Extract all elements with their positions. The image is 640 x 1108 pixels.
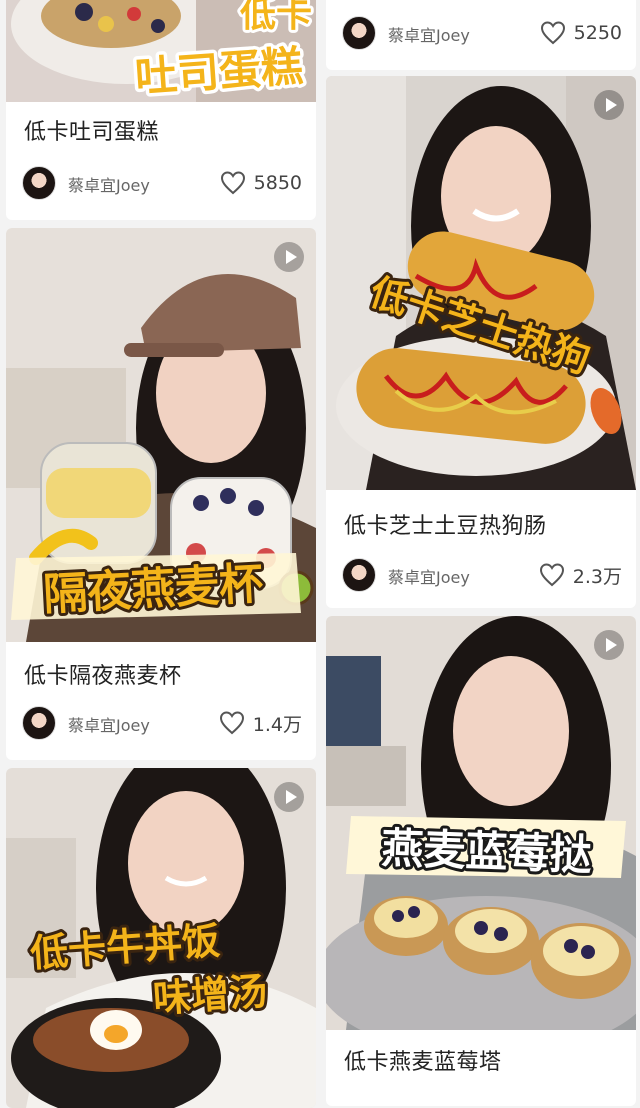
like-button[interactable]: 5250 [540, 20, 622, 46]
recipe-title[interactable]: 低卡燕麦蓝莓塔 [344, 1044, 502, 1076]
avatar[interactable] [22, 706, 56, 740]
author-name[interactable]: 蔡卓宜Joey [388, 564, 470, 588]
thumbnail-image: 低卡芝士热狗 [326, 76, 636, 490]
recipe-meta: 蔡卓宜Joey 2.3万 [342, 558, 622, 592]
thumbnail-oat-cup[interactable]: 隔夜燕麦杯 [6, 228, 316, 642]
play-icon[interactable] [594, 630, 624, 660]
recipe-title[interactable]: 低卡吐司蛋糕 [24, 114, 159, 146]
like-count: 5250 [573, 22, 622, 44]
recipe-card-top-right[interactable]: 蔡卓宜Joey 5250 [326, 0, 636, 70]
recipe-card-oat-cup[interactable]: 隔夜燕麦杯 低卡隔夜燕麦杯 蔡卓宜Joey 1.4万 [6, 228, 316, 760]
thumbnail-blueberry-tart[interactable]: 燕麦蓝莓挞 [326, 616, 636, 1030]
thumbnail-toast-cake[interactable]: 低卡 吐司蛋糕 [6, 0, 316, 102]
like-button[interactable]: 2.3万 [539, 562, 622, 588]
heart-outline-icon [539, 563, 564, 587]
recipe-title[interactable]: 低卡隔夜燕麦杯 [24, 658, 182, 690]
recipe-meta: 蔡卓宜Joey 5250 [342, 16, 622, 50]
thumbnail-beef-bowl[interactable]: 低卡牛丼饭 味增汤 [6, 768, 316, 1108]
avatar[interactable] [22, 166, 56, 200]
recipe-card-beef-bowl[interactable]: 低卡牛丼饭 味增汤 [6, 768, 316, 1108]
author-name[interactable]: 蔡卓宜Joey [388, 22, 470, 46]
heart-outline-icon [540, 21, 565, 45]
thumbnail-hotdog[interactable]: 低卡芝士热狗 [326, 76, 636, 490]
avatar[interactable] [342, 558, 376, 592]
play-icon[interactable] [274, 242, 304, 272]
thumbnail-image: 低卡牛丼饭 味增汤 [6, 768, 316, 1108]
like-button[interactable]: 1.4万 [219, 710, 302, 736]
recipe-card-toast-cake[interactable]: 低卡 吐司蛋糕 低卡吐司蛋糕 蔡卓宜Joey 5850 [6, 0, 316, 220]
like-count: 1.4万 [252, 713, 302, 736]
author-name[interactable]: 蔡卓宜Joey [68, 172, 150, 196]
play-icon[interactable] [274, 782, 304, 812]
overlay-text: 燕麦蓝莓挞 [381, 823, 593, 879]
overlay-line-2: 味增汤 [152, 969, 269, 1021]
recipe-meta: 蔡卓宜Joey 1.4万 [22, 706, 302, 740]
recipe-title[interactable]: 低卡芝士土豆热狗肠 [344, 508, 547, 540]
thumbnail-image: 低卡 吐司蛋糕 [6, 0, 316, 102]
like-button[interactable]: 5850 [220, 170, 302, 196]
avatar[interactable] [342, 16, 376, 50]
thumbnail-image: 隔夜燕麦杯 [6, 228, 316, 642]
recipe-meta: 蔡卓宜Joey 5850 [22, 166, 302, 200]
play-icon[interactable] [594, 90, 624, 120]
heart-outline-icon [220, 171, 245, 195]
recipe-card-hotdog[interactable]: 低卡芝士热狗 低卡芝士土豆热狗肠 蔡卓宜Joey 2.3万 [326, 76, 636, 608]
thumbnail-image: 燕麦蓝莓挞 [326, 616, 636, 1030]
like-count: 5850 [253, 172, 302, 194]
overlay-line-1: 低卡 [240, 0, 312, 35]
author-name[interactable]: 蔡卓宜Joey [68, 712, 150, 736]
like-count: 2.3万 [572, 565, 622, 588]
heart-outline-icon [219, 711, 244, 735]
recipe-card-blueberry-tart[interactable]: 燕麦蓝莓挞 低卡燕麦蓝莓塔 [326, 616, 636, 1106]
